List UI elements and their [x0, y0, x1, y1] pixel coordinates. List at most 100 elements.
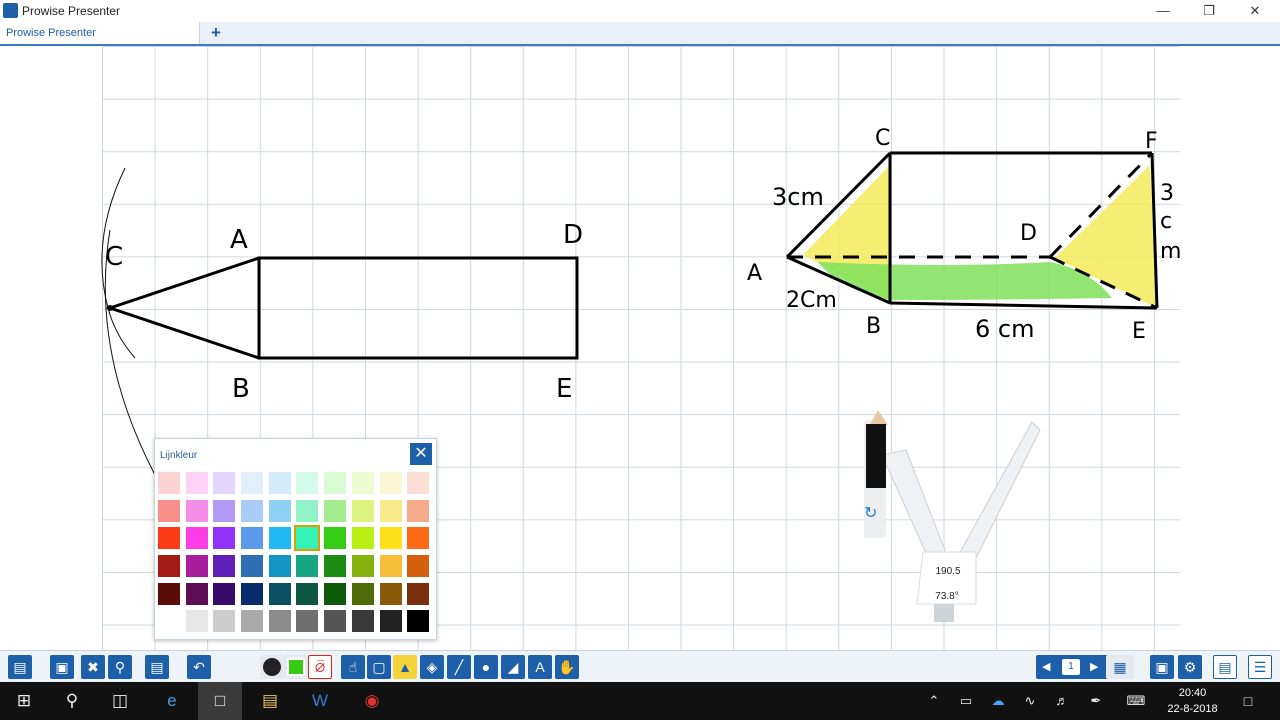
marker-icon[interactable]: ▲ — [393, 655, 417, 679]
crop-icon[interactable]: ▢ — [367, 655, 391, 679]
windows-start-icon[interactable]: ⊞ — [2, 682, 46, 720]
color-swatch[interactable] — [407, 499, 430, 522]
pen-icon[interactable]: ✒ — [1074, 682, 1118, 720]
color-swatch[interactable] — [324, 582, 347, 605]
palette-close-icon[interactable]: ✕ — [410, 443, 432, 465]
tab-prowise-presenter[interactable]: Prowise Presenter — [0, 22, 200, 44]
edge-browser-icon[interactable]: e — [150, 682, 194, 720]
color-swatch[interactable] — [213, 499, 236, 522]
color-swatch[interactable] — [351, 499, 374, 522]
fullscreen-icon[interactable]: ▣ — [1150, 655, 1174, 679]
color-swatch[interactable] — [379, 555, 402, 578]
color-swatch[interactable] — [185, 527, 208, 550]
menu-icon[interactable]: ☰ — [1248, 655, 1272, 679]
prowise-taskbar-icon[interactable]: □ — [198, 682, 242, 720]
color-swatch[interactable] — [185, 610, 208, 633]
color-swatch[interactable] — [407, 555, 430, 578]
undo-icon[interactable]: ↶ — [187, 655, 211, 679]
task-view-icon[interactable]: ◫ — [98, 682, 142, 720]
close-window-button[interactable]: ✕ — [1232, 0, 1278, 22]
taskbar-clock[interactable]: 20:40 22-8-2018 — [1150, 685, 1235, 717]
color-swatch[interactable] — [268, 582, 291, 605]
zoom-icon[interactable]: ⚲ — [108, 655, 132, 679]
color-swatch[interactable] — [241, 472, 264, 494]
no-fill-icon[interactable]: ⦱ — [308, 655, 332, 679]
prev-page-icon[interactable]: ◀ — [1042, 655, 1050, 679]
eraser-icon[interactable]: ◈ — [420, 655, 444, 679]
color-swatch[interactable] — [324, 610, 347, 633]
color-swatch[interactable] — [158, 527, 180, 550]
color-swatch[interactable] — [158, 499, 180, 522]
color-swatch[interactable] — [324, 527, 347, 550]
color-swatch[interactable] — [158, 472, 180, 494]
color-swatch[interactable] — [241, 499, 264, 522]
color-swatch[interactable] — [185, 472, 208, 494]
color-swatch[interactable] — [324, 472, 347, 494]
color-swatch[interactable] — [351, 527, 374, 550]
color-swatch[interactable] — [324, 555, 347, 578]
color-swatch[interactable] — [268, 527, 291, 550]
pages-icon[interactable]: ▤ — [145, 655, 169, 679]
next-page-icon[interactable]: ▶ — [1090, 655, 1098, 679]
color-swatch[interactable] — [379, 582, 402, 605]
maximize-button[interactable]: ❐ — [1186, 0, 1232, 22]
color-swatch[interactable] — [185, 582, 208, 605]
color-swatch[interactable] — [407, 472, 430, 494]
color-swatch[interactable] — [296, 499, 319, 522]
color-swatch[interactable] — [407, 527, 430, 550]
select-icon[interactable]: ☝ — [341, 655, 365, 679]
color-swatch[interactable] — [379, 472, 402, 494]
color-swatch[interactable] — [213, 555, 236, 578]
color-swatch[interactable] — [379, 527, 402, 550]
color-swatch[interactable] — [296, 555, 319, 578]
line-color-icon[interactable] — [260, 655, 284, 679]
color-swatch[interactable] — [185, 499, 208, 522]
color-swatch[interactable] — [158, 555, 180, 578]
color-swatch[interactable] — [213, 472, 236, 494]
text-icon[interactable]: A — [528, 655, 552, 679]
notifications-icon[interactable]: □ — [1226, 682, 1270, 720]
screenshot-icon[interactable]: ▣ — [50, 655, 74, 679]
color-swatch[interactable] — [379, 499, 402, 522]
color-swatch[interactable] — [268, 610, 291, 633]
ruler-icon[interactable]: ◢ — [501, 655, 525, 679]
color-swatch[interactable] — [185, 555, 208, 578]
color-swatch[interactable] — [351, 472, 374, 494]
color-swatch[interactable] — [351, 555, 374, 578]
color-swatch[interactable] — [213, 527, 236, 550]
shape-icon[interactable]: ● — [474, 655, 498, 679]
recorder-icon[interactable]: ◉ — [350, 682, 394, 720]
color-swatch[interactable] — [268, 472, 291, 494]
color-swatch[interactable] — [241, 582, 264, 605]
minimize-button[interactable]: — — [1140, 0, 1186, 22]
color-swatch[interactable] — [407, 610, 430, 633]
presenter-icon[interactable]: ▤ — [1213, 655, 1237, 679]
compass-tool[interactable]: ↻ 190.5 73.8° — [864, 410, 1041, 622]
color-swatch[interactable] — [213, 610, 236, 633]
color-swatch[interactable] — [241, 527, 264, 550]
color-swatch[interactable] — [324, 499, 347, 522]
file-explorer-icon[interactable]: ▤ — [248, 682, 292, 720]
tools-icon[interactable]: ✖ — [81, 655, 105, 679]
color-swatch[interactable] — [296, 610, 319, 633]
color-swatch[interactable] — [158, 582, 180, 605]
color-swatch[interactable] — [213, 582, 236, 605]
color-swatch[interactable] — [241, 610, 264, 633]
settings-icon[interactable]: ⚙ — [1178, 655, 1202, 679]
color-swatch[interactable] — [351, 610, 374, 633]
word-icon[interactable]: W — [298, 682, 342, 720]
add-tab-icon[interactable]: + — [207, 22, 225, 44]
color-swatch[interactable] — [158, 610, 180, 633]
color-swatch[interactable] — [407, 582, 430, 605]
page-grid-icon[interactable]: ▦ — [1106, 655, 1134, 679]
color-swatch[interactable] — [379, 610, 402, 633]
search-icon[interactable]: ⚲ — [50, 682, 94, 720]
color-swatch[interactable] — [294, 525, 321, 552]
color-swatch[interactable] — [268, 499, 291, 522]
color-swatch[interactable] — [351, 582, 374, 605]
color-swatch[interactable] — [268, 555, 291, 578]
folder-icon[interactable]: ▤ — [8, 655, 32, 679]
hand-icon[interactable]: ✋ — [555, 655, 579, 679]
color-swatch[interactable] — [241, 555, 264, 578]
line-icon[interactable]: ╱ — [447, 655, 471, 679]
